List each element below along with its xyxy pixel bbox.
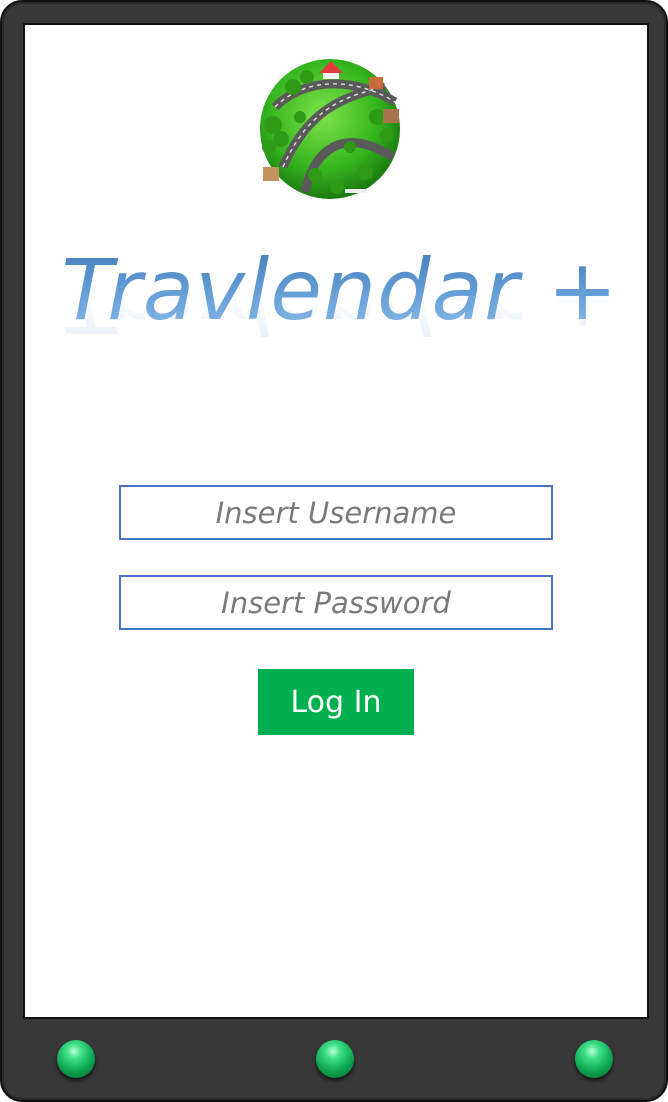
phone-frame: Travlendar + Travlendar + Log In [0, 0, 668, 1102]
app-title-reflection: Travlendar + [61, 253, 619, 351]
username-input[interactable] [119, 485, 553, 540]
green-home-button-icon[interactable] [316, 1040, 354, 1078]
login-button[interactable]: Log In [258, 669, 414, 735]
green-left-button-icon[interactable] [57, 1040, 95, 1078]
app-screen: Travlendar + Travlendar + Log In [23, 23, 649, 1019]
globe-city-logo-icon [260, 59, 400, 199]
green-right-button-icon[interactable] [575, 1040, 613, 1078]
app-title-block: Travlendar + Travlendar + [45, 240, 635, 410]
password-input[interactable] [119, 575, 553, 630]
